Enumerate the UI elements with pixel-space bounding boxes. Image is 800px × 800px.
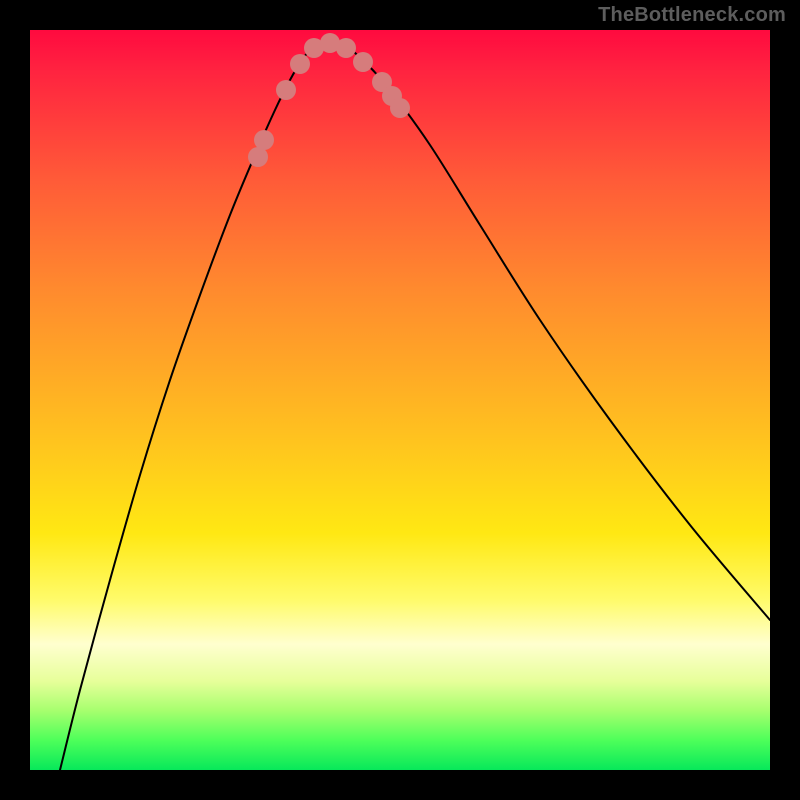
watermark-text: TheBottleneck.com xyxy=(598,4,786,27)
chart-frame: TheBottleneck.com xyxy=(0,0,800,800)
curve-marker xyxy=(276,80,296,100)
chart-overlay-svg xyxy=(30,30,770,770)
curve-marker xyxy=(336,38,356,58)
curve-marker xyxy=(353,52,373,72)
curve-marker xyxy=(254,130,274,150)
curve-marker xyxy=(390,98,410,118)
curve-marker xyxy=(290,54,310,74)
curve-marker xyxy=(248,147,268,167)
plot-area xyxy=(30,30,770,770)
curve-markers xyxy=(248,33,410,167)
bottleneck-curve xyxy=(60,41,770,770)
